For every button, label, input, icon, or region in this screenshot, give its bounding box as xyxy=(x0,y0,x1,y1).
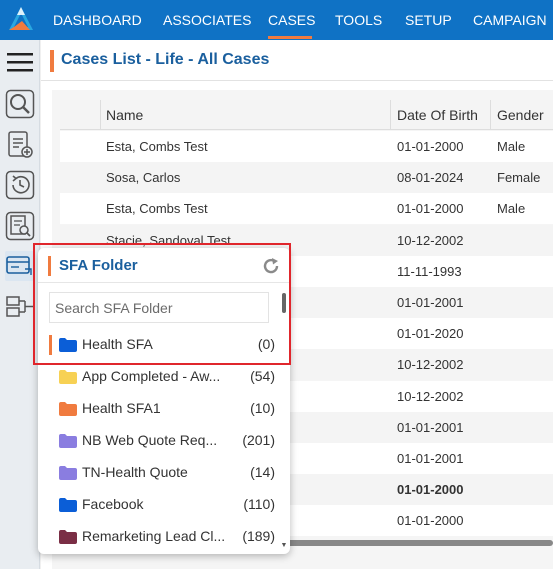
cell-dob: 10-12-2002 xyxy=(397,233,464,248)
column-header-name[interactable]: Name xyxy=(106,100,143,130)
logo-icon xyxy=(9,7,33,30)
new-case-button[interactable] xyxy=(5,130,35,160)
case-search-button[interactable] xyxy=(5,211,35,241)
folder-count: (189) xyxy=(242,528,275,544)
page-title-accent xyxy=(50,50,54,72)
scroll-down-icon[interactable]: ▼ xyxy=(280,542,288,550)
cell-dob: 01-01-2000 xyxy=(397,201,464,216)
cell-dob: 01-01-2000 xyxy=(397,513,464,528)
cell-dob: 01-01-2001 xyxy=(397,451,464,466)
cell-dob: 11-11-1993 xyxy=(397,264,462,279)
workflow-button[interactable] xyxy=(5,291,35,321)
sfa-vertical-scrollbar[interactable] xyxy=(282,293,286,313)
folder-name: Remarketing Lead Cl... xyxy=(82,528,226,544)
cell-gender: Female xyxy=(497,170,541,185)
sfa-panel-title: SFA Folder xyxy=(59,257,138,274)
folder-name: Health SFA xyxy=(82,336,153,352)
cell-dob: 10-12-2002 xyxy=(397,357,464,372)
new-case-icon xyxy=(8,131,33,158)
nav-setup[interactable]: SETUP xyxy=(405,0,452,40)
refresh-icon xyxy=(263,258,279,274)
case-search-icon xyxy=(5,211,35,241)
page-title: Cases List - Life - All Cases xyxy=(61,51,270,68)
table-row[interactable]: Esta, Combs Test 01-01-2000 Male xyxy=(60,193,553,224)
folder-name: Health SFA1 xyxy=(82,400,161,416)
menu-button[interactable] xyxy=(5,48,35,78)
table-row[interactable]: Sosa, Carlos 08-01-2024 Female xyxy=(60,162,553,193)
cell-dob: 08-01-2024 xyxy=(397,170,464,185)
folder-name: TN-Health Quote xyxy=(82,464,188,480)
sfa-title-accent xyxy=(48,256,51,276)
app-logo[interactable] xyxy=(0,0,42,40)
history-icon xyxy=(5,170,35,200)
nav-cases[interactable]: CASES xyxy=(268,0,315,40)
cell-dob: 10-12-2002 xyxy=(397,389,464,404)
sfa-divider xyxy=(38,282,290,283)
column-header-dob[interactable]: Date Of Birth xyxy=(397,100,478,130)
column-separator xyxy=(100,100,101,130)
folder-count: (201) xyxy=(242,432,275,448)
cell-name: Esta, Combs Test xyxy=(106,139,208,154)
sfa-folder-icon xyxy=(6,256,32,275)
nav-campaign[interactable]: CAMPAIGN xyxy=(473,0,547,40)
folder-name: App Completed - Aw... xyxy=(82,368,221,384)
cell-dob: 01-01-2001 xyxy=(397,295,464,310)
search-cases-button[interactable] xyxy=(5,89,35,119)
cell-dob: 01-01-2020 xyxy=(397,326,464,341)
folder-count: (10) xyxy=(250,400,275,416)
folder-icon xyxy=(59,498,77,512)
sfa-search-input[interactable] xyxy=(49,292,269,323)
nav-dashboard[interactable]: DASHBOARD xyxy=(53,0,142,40)
cell-name: Sosa, Carlos xyxy=(106,170,181,185)
cell-gender: Male xyxy=(497,139,526,154)
search-cases-icon xyxy=(5,89,35,119)
folder-count: (54) xyxy=(250,368,275,384)
sfa-folder-item[interactable]: Health SFA1 (10) xyxy=(49,393,279,424)
folder-count: (0) xyxy=(257,336,275,352)
sfa-folder-item[interactable]: TN-Health Quote (14) xyxy=(49,457,279,488)
history-button[interactable] xyxy=(5,170,35,200)
column-separator xyxy=(490,100,491,130)
nav-active-indicator xyxy=(268,36,312,39)
column-separator xyxy=(390,100,391,130)
selected-indicator xyxy=(49,335,52,355)
folder-count: (110) xyxy=(243,496,275,512)
title-divider xyxy=(41,80,553,81)
sfa-folder-item[interactable]: NB Web Quote Req... (201) xyxy=(49,425,279,456)
workflow-icon xyxy=(6,296,33,317)
menu-icon xyxy=(7,53,33,72)
folder-name: NB Web Quote Req... xyxy=(82,432,218,448)
folder-icon xyxy=(59,370,77,384)
sfa-folder-item[interactable]: Remarketing Lead Cl... (189) xyxy=(49,521,279,552)
refresh-button[interactable] xyxy=(261,256,281,276)
column-header-gender[interactable]: Gender xyxy=(497,100,544,130)
sfa-folder-item[interactable]: Health SFA (0) xyxy=(49,329,279,360)
cell-dob: 01-01-2000 xyxy=(397,482,464,497)
folder-icon xyxy=(59,338,77,352)
horizontal-scrollbar[interactable] xyxy=(286,540,553,546)
sfa-folder-item[interactable]: Facebook (110) xyxy=(49,489,279,520)
folder-name: Facebook xyxy=(82,496,144,512)
folder-icon xyxy=(59,466,77,480)
sfa-folder-item[interactable]: App Completed - Aw... (54) xyxy=(49,361,279,392)
cell-name: Esta, Combs Test xyxy=(106,201,208,216)
folder-icon xyxy=(59,434,77,448)
cell-gender: Male xyxy=(497,201,526,216)
sfa-folder-button[interactable] xyxy=(5,251,35,281)
cell-dob: 01-01-2001 xyxy=(397,420,464,435)
nav-tools[interactable]: TOOLS xyxy=(335,0,382,40)
nav-associates[interactable]: ASSOCIATES xyxy=(163,0,251,40)
folder-icon xyxy=(59,402,77,416)
table-row[interactable]: Esta, Combs Test 01-01-2000 Male xyxy=(60,131,553,162)
folder-count: (14) xyxy=(250,464,275,480)
folder-icon xyxy=(59,530,77,544)
cell-dob: 01-01-2000 xyxy=(397,139,464,154)
